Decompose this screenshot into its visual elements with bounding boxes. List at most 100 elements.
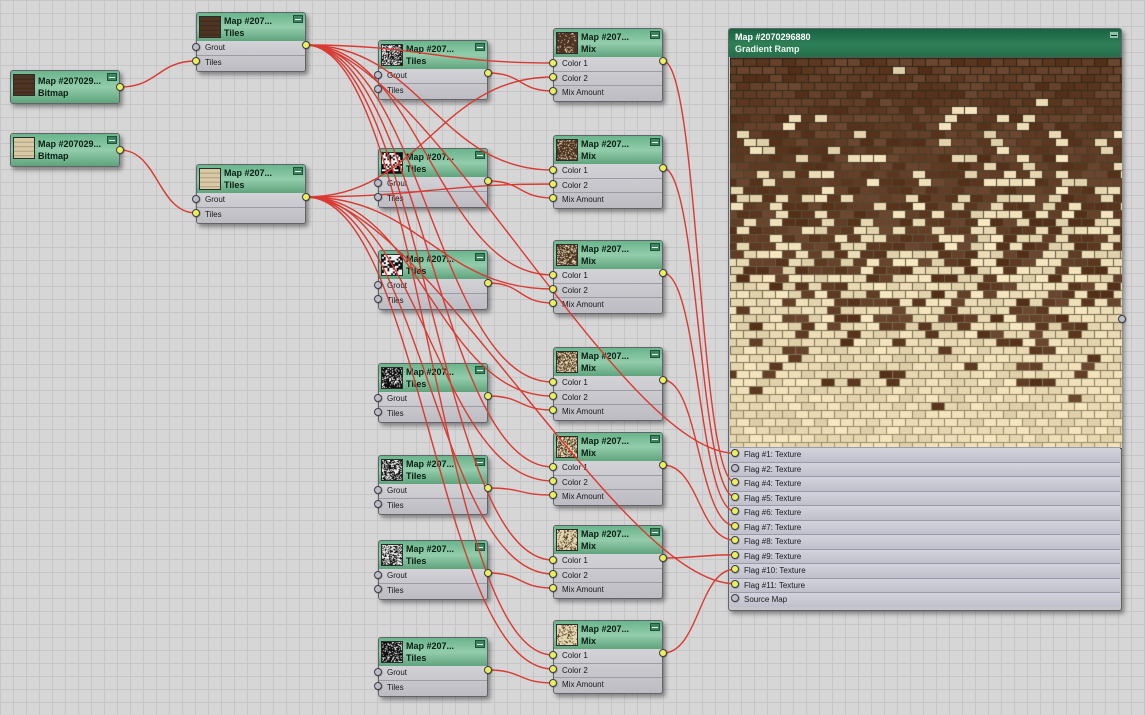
node-gradient-ramp[interactable]: Map #2070296880 Gradient Ramp Flag #1: Tex… <box>728 28 1122 611</box>
node-header[interactable]: Map #207... Tiles <box>379 638 487 666</box>
socket-tilesa-tiles[interactable] <box>192 57 200 65</box>
socket-tilesh-tiles[interactable] <box>374 585 382 593</box>
minimize-icon[interactable] <box>650 435 660 443</box>
socket-tilese-grout[interactable] <box>374 281 382 289</box>
socket-mix3-out[interactable] <box>659 269 667 277</box>
node-tilesG[interactable]: Map #207... Tiles Grout Tiles <box>378 455 488 515</box>
socket-tilesf-tiles[interactable] <box>374 408 382 416</box>
socket-tilesb-grout[interactable] <box>192 195 200 203</box>
socket-ramp-flag-11-texture[interactable] <box>731 579 739 588</box>
socket-mix3-color-2[interactable] <box>549 285 557 293</box>
socket-ramp-flag-7-texture[interactable] <box>731 521 739 530</box>
socket-tilese-out[interactable] <box>484 279 492 287</box>
node-mix3[interactable]: Map #207... Mix Color 1 Color 2 Mix Amount <box>553 240 663 314</box>
socket-mix7-color-1[interactable] <box>549 651 557 659</box>
node-mix6[interactable]: Map #207... Mix Color 1 Color 2 Mix Amount <box>553 525 663 599</box>
node-header[interactable]: Map #207... Mix <box>554 348 662 376</box>
node-tilesB[interactable]: Map #207... Tiles Grout Tiles <box>196 164 306 224</box>
socket-mix6-color-1[interactable] <box>549 556 557 564</box>
socket-mix4-color-2[interactable] <box>549 392 557 400</box>
socket-ramp-flag-10-texture[interactable] <box>731 565 739 574</box>
socket-mix4-out[interactable] <box>659 376 667 384</box>
node-header[interactable]: Map #207... Tiles <box>379 149 487 177</box>
node-mix1[interactable]: Map #207... Mix Color 1 Color 2 Mix Amount <box>553 28 663 102</box>
socket-tilesc-tiles[interactable] <box>374 85 382 93</box>
socket-ramp-flag-4-texture[interactable] <box>731 478 739 487</box>
socket-ramp-flag-1-texture[interactable] <box>731 449 739 458</box>
node-header[interactable]: Map #207... Mix <box>554 241 662 269</box>
node-tilesE[interactable]: Map #207... Tiles Grout Tiles <box>378 250 488 310</box>
node-header[interactable]: Map #207029... Bitmap <box>11 71 119 103</box>
socket-tilesb-tiles[interactable] <box>192 209 200 217</box>
minimize-icon[interactable] <box>293 15 303 23</box>
node-header[interactable]: Map #207... Mix <box>554 433 662 461</box>
node-header[interactable]: Map #207... Tiles <box>379 541 487 569</box>
socket-tilesc-grout[interactable] <box>374 71 382 79</box>
node-tilesA[interactable]: Map #207... Tiles Grout Tiles <box>196 12 306 72</box>
socket-mix2-mix-amount[interactable] <box>549 194 557 202</box>
socket-tilesh-grout[interactable] <box>374 571 382 579</box>
node-tilesH[interactable]: Map #207... Tiles Grout Tiles <box>378 540 488 600</box>
minimize-icon[interactable] <box>475 543 485 551</box>
socket-mix1-color-2[interactable] <box>549 73 557 81</box>
socket-mix3-mix-amount[interactable] <box>549 299 557 307</box>
socket-ramp-flag-9-texture[interactable] <box>731 550 739 559</box>
socket-tilesa-out[interactable] <box>302 41 310 49</box>
node-header[interactable]: Map #207... Tiles <box>379 456 487 484</box>
minimize-icon[interactable] <box>650 243 660 251</box>
socket-tilesd-grout[interactable] <box>374 179 382 187</box>
minimize-icon[interactable] <box>475 43 485 51</box>
node-tilesI[interactable]: Map #207... Tiles Grout Tiles <box>378 637 488 697</box>
minimize-icon[interactable] <box>475 151 485 159</box>
node-graph-canvas[interactable]: Map #207029... Bitmap Map #207029... Bitmap… <box>0 0 1145 715</box>
socket-mix2-out[interactable] <box>659 164 667 172</box>
socket-ramp-flag-5-texture[interactable] <box>731 492 739 501</box>
socket-mix1-out[interactable] <box>659 57 667 65</box>
minimize-icon[interactable] <box>475 366 485 374</box>
socket-ramp-out[interactable] <box>1118 315 1126 324</box>
minimize-icon[interactable] <box>650 528 660 536</box>
socket-tilesi-tiles[interactable] <box>374 682 382 690</box>
node-mix5[interactable]: Map #207... Mix Color 1 Color 2 Mix Amount <box>553 432 663 506</box>
minimize-icon[interactable] <box>107 73 117 81</box>
minimize-icon[interactable] <box>475 640 485 648</box>
node-header[interactable]: Map #207... Tiles <box>379 364 487 392</box>
minimize-icon[interactable] <box>650 31 660 39</box>
socket-ramp-flag-2-texture[interactable] <box>731 463 739 472</box>
socket-mix2-color-2[interactable] <box>549 180 557 188</box>
node-mix2[interactable]: Map #207... Mix Color 1 Color 2 Mix Amount <box>553 135 663 209</box>
socket-tilesh-out[interactable] <box>484 569 492 577</box>
socket-mix7-mix-amount[interactable] <box>549 679 557 687</box>
minimize-icon[interactable] <box>475 253 485 261</box>
socket-ramp-flag-6-texture[interactable] <box>731 507 739 516</box>
socket-tilesi-out[interactable] <box>484 666 492 674</box>
socket-mix2-color-1[interactable] <box>549 166 557 174</box>
node-tilesD[interactable]: Map #207... Tiles Grout Tiles <box>378 148 488 208</box>
node-header[interactable]: Map #207... Mix <box>554 526 662 554</box>
socket-bitmap1-out[interactable] <box>116 83 124 91</box>
socket-mix1-color-1[interactable] <box>549 59 557 67</box>
socket-mix5-mix-amount[interactable] <box>549 491 557 499</box>
socket-tilesg-grout[interactable] <box>374 486 382 494</box>
socket-tilesa-grout[interactable] <box>192 43 200 51</box>
socket-ramp-source-map[interactable] <box>731 594 739 603</box>
minimize-icon[interactable] <box>293 167 303 175</box>
socket-mix3-color-1[interactable] <box>549 271 557 279</box>
socket-tilesi-grout[interactable] <box>374 668 382 676</box>
socket-mix5-color-2[interactable] <box>549 477 557 485</box>
node-header[interactable]: Map #207... Mix <box>554 621 662 649</box>
socket-tilesf-grout[interactable] <box>374 394 382 402</box>
node-header[interactable]: Map #2070296880 Gradient Ramp <box>729 29 1121 57</box>
socket-mix1-mix-amount[interactable] <box>549 87 557 95</box>
socket-mix5-color-1[interactable] <box>549 463 557 471</box>
socket-tilesf-out[interactable] <box>484 392 492 400</box>
socket-tilesg-tiles[interactable] <box>374 500 382 508</box>
minimize-icon[interactable] <box>650 138 660 146</box>
socket-tilesc-out[interactable] <box>484 69 492 77</box>
node-tilesF[interactable]: Map #207... Tiles Grout Tiles <box>378 363 488 423</box>
socket-mix6-out[interactable] <box>659 554 667 562</box>
socket-mix5-out[interactable] <box>659 461 667 469</box>
node-mix7[interactable]: Map #207... Mix Color 1 Color 2 Mix Amount <box>553 620 663 694</box>
socket-tilesg-out[interactable] <box>484 484 492 492</box>
socket-mix4-color-1[interactable] <box>549 378 557 386</box>
